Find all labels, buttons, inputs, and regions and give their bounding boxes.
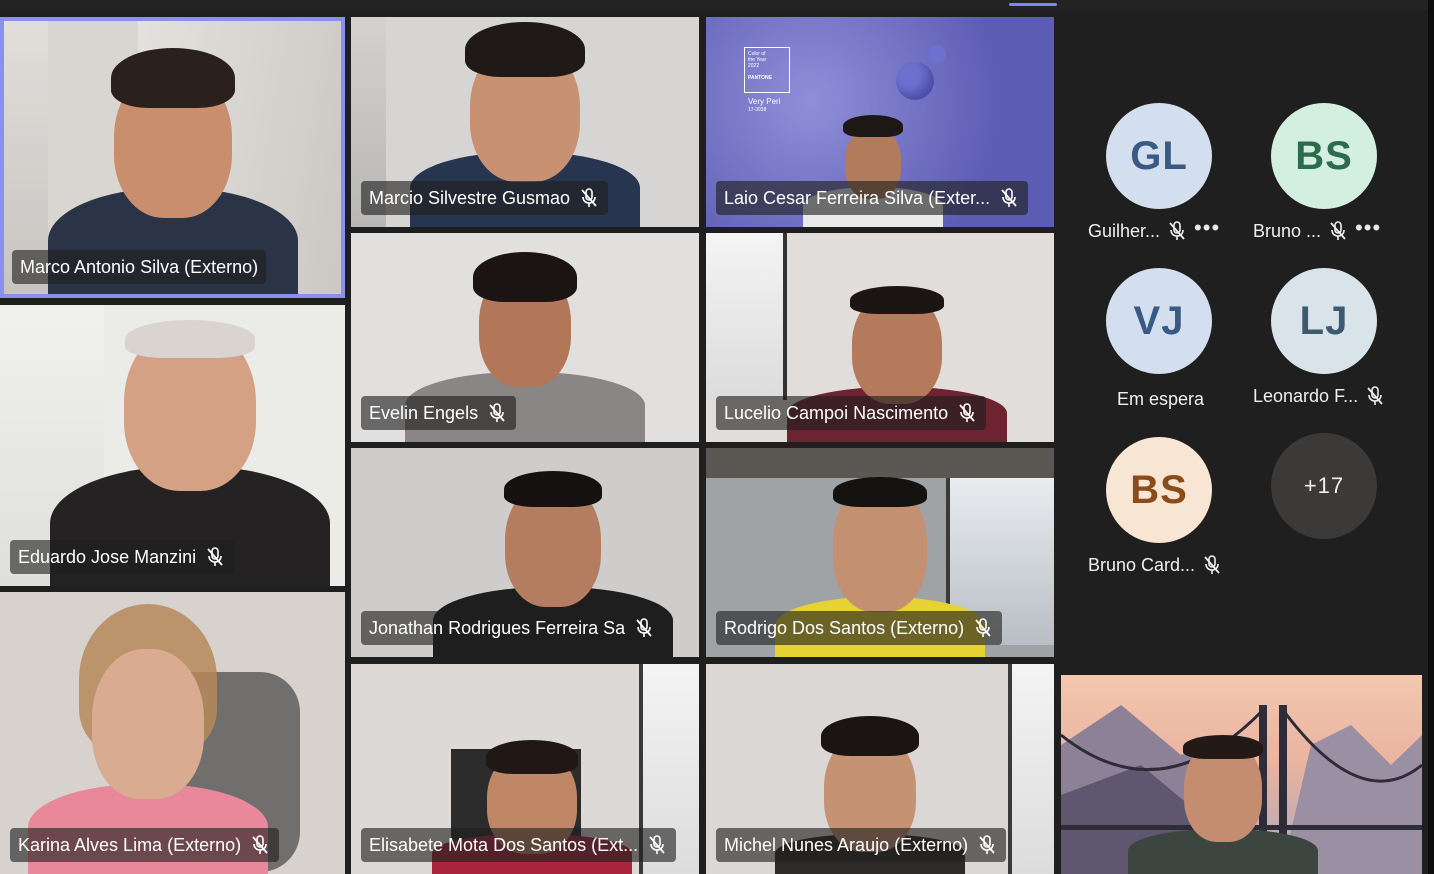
participant-avatar[interactable]: BS bbox=[1271, 103, 1377, 209]
video-tile-rodrigo[interactable]: Rodrigo Dos Santos (Externo) bbox=[706, 448, 1054, 657]
participant-name: Rodrigo Dos Santos (Externo) bbox=[724, 617, 965, 638]
video-tile-lucelio[interactable]: Lucelio Campoi Nascimento bbox=[706, 233, 1054, 442]
mic-muted-icon bbox=[489, 403, 505, 422]
participant-name: Marcio Silvestre Gusmao bbox=[369, 187, 571, 208]
video-tile-jonathan[interactable]: Jonathan Rodrigues Ferreira Sa bbox=[351, 448, 699, 657]
video-tile-marcio[interactable]: Marcio Silvestre Gusmao bbox=[351, 17, 699, 227]
more-options-icon[interactable]: ••• bbox=[1194, 217, 1220, 239]
participant-nameplate: Karina Alves Lima (Externo) bbox=[10, 828, 280, 862]
mic-muted-icon bbox=[581, 188, 597, 207]
pantone-color-name: Very Peri bbox=[748, 97, 781, 106]
avatar-initials: BS bbox=[1130, 467, 1188, 512]
participant-name: Bruno ... bbox=[1253, 220, 1322, 241]
participant-avatar[interactable]: BS bbox=[1106, 437, 1212, 543]
mic-muted-icon bbox=[1169, 221, 1185, 240]
mic-muted-icon bbox=[1330, 221, 1346, 240]
participant-nameplate: Evelin Engels bbox=[361, 396, 517, 430]
pantone-text: 2022 bbox=[748, 63, 760, 69]
participant-nameplate: Laio Cesar Ferreira Silva (Exter... bbox=[716, 181, 1029, 215]
participant-avatar[interactable]: GL bbox=[1106, 103, 1212, 209]
video-tile-laio[interactable]: Color of the Year 2022 PANTONE Very Peri… bbox=[706, 17, 1054, 227]
self-view-tile[interactable] bbox=[1061, 675, 1422, 874]
mic-muted-icon bbox=[1204, 555, 1220, 574]
participant-name: Karina Alves Lima (Externo) bbox=[18, 834, 242, 855]
mic-muted-icon bbox=[1367, 386, 1383, 405]
mic-muted-icon bbox=[207, 547, 223, 566]
participant-label: Guilher... ••• bbox=[1088, 217, 1220, 243]
overflow-count: +17 bbox=[1303, 473, 1345, 498]
participant-nameplate: Eduardo Jose Manzini bbox=[10, 540, 235, 574]
participant-status: Em espera bbox=[1117, 388, 1205, 409]
more-participants-button[interactable]: +17 bbox=[1271, 433, 1377, 539]
pantone-card: Color of the Year 2022 PANTONE bbox=[744, 47, 790, 93]
participant-nameplate: Rodrigo Dos Santos (Externo) bbox=[716, 611, 1003, 645]
avatar-initials: GL bbox=[1130, 133, 1188, 178]
participant-avatar[interactable]: VJ bbox=[1106, 268, 1212, 374]
participant-nameplate: Lucelio Campoi Nascimento bbox=[716, 396, 987, 430]
mic-muted-icon bbox=[959, 403, 975, 422]
participant-label: Bruno Card... bbox=[1088, 553, 1221, 577]
participant-nameplate: Elisabete Mota Dos Santos (Ext... bbox=[361, 828, 677, 862]
participant-label: Em espera bbox=[1117, 387, 1204, 411]
participant-name: Guilher... bbox=[1088, 220, 1161, 241]
mic-muted-icon bbox=[975, 618, 991, 637]
video-tile-eduardo[interactable]: Eduardo Jose Manzini bbox=[0, 305, 345, 586]
video-tile-evelin[interactable]: Evelin Engels bbox=[351, 233, 699, 442]
mic-muted-icon bbox=[979, 835, 995, 854]
avatar-initials: LJ bbox=[1299, 298, 1349, 343]
avatar-initials: VJ bbox=[1133, 298, 1185, 343]
pantone-code: 17-3938 bbox=[748, 107, 767, 113]
video-tile-marco[interactable]: Marco Antonio Silva (Externo) bbox=[0, 17, 345, 298]
more-options-icon[interactable]: ••• bbox=[1355, 217, 1381, 239]
participant-name: Bruno Card... bbox=[1088, 554, 1196, 575]
active-view-indicator bbox=[1009, 3, 1057, 6]
mic-muted-icon bbox=[252, 835, 268, 854]
mic-muted-icon bbox=[1001, 188, 1017, 207]
participant-nameplate: Jonathan Rodrigues Ferreira Sa bbox=[361, 611, 664, 645]
participant-name: Michel Nunes Araujo (Externo) bbox=[724, 834, 969, 855]
participant-nameplate: Michel Nunes Araujo (Externo) bbox=[716, 828, 1007, 862]
mic-muted-icon bbox=[636, 618, 652, 637]
participant-name: Eduardo Jose Manzini bbox=[18, 546, 197, 567]
participant-name: Laio Cesar Ferreira Silva (Exter... bbox=[724, 187, 991, 208]
participant-nameplate: Marcio Silvestre Gusmao bbox=[361, 181, 609, 215]
top-bar bbox=[0, 0, 1434, 10]
participant-name: Jonathan Rodrigues Ferreira Sa bbox=[369, 617, 626, 638]
decorative-orb bbox=[896, 62, 934, 100]
participant-label: Bruno ... ••• bbox=[1253, 217, 1381, 243]
pantone-brand: PANTONE bbox=[748, 75, 772, 81]
participant-name: Lucelio Campoi Nascimento bbox=[724, 402, 949, 423]
participant-label: Leonardo F... bbox=[1253, 384, 1384, 408]
decorative-orb bbox=[928, 45, 946, 63]
window-edge bbox=[1428, 0, 1434, 874]
participant-nameplate: Marco Antonio Silva (Externo) bbox=[12, 250, 267, 284]
participant-name: Evelin Engels bbox=[369, 402, 479, 423]
video-tile-karina[interactable]: Karina Alves Lima (Externo) bbox=[0, 592, 345, 874]
participant-name: Leonardo F... bbox=[1253, 385, 1359, 406]
participant-avatar[interactable]: LJ bbox=[1271, 268, 1377, 374]
avatar-initials: BS bbox=[1295, 133, 1353, 178]
video-tile-elisabete[interactable]: Elisabete Mota Dos Santos (Ext... bbox=[351, 664, 699, 874]
pantone-caption: Very Peri 17-3938 bbox=[748, 97, 780, 115]
mic-muted-icon bbox=[649, 835, 665, 854]
participant-name: Elisabete Mota Dos Santos (Ext... bbox=[369, 834, 639, 855]
participant-name: Marco Antonio Silva (Externo) bbox=[20, 256, 259, 277]
video-tile-michel[interactable]: Michel Nunes Araujo (Externo) bbox=[706, 664, 1054, 874]
